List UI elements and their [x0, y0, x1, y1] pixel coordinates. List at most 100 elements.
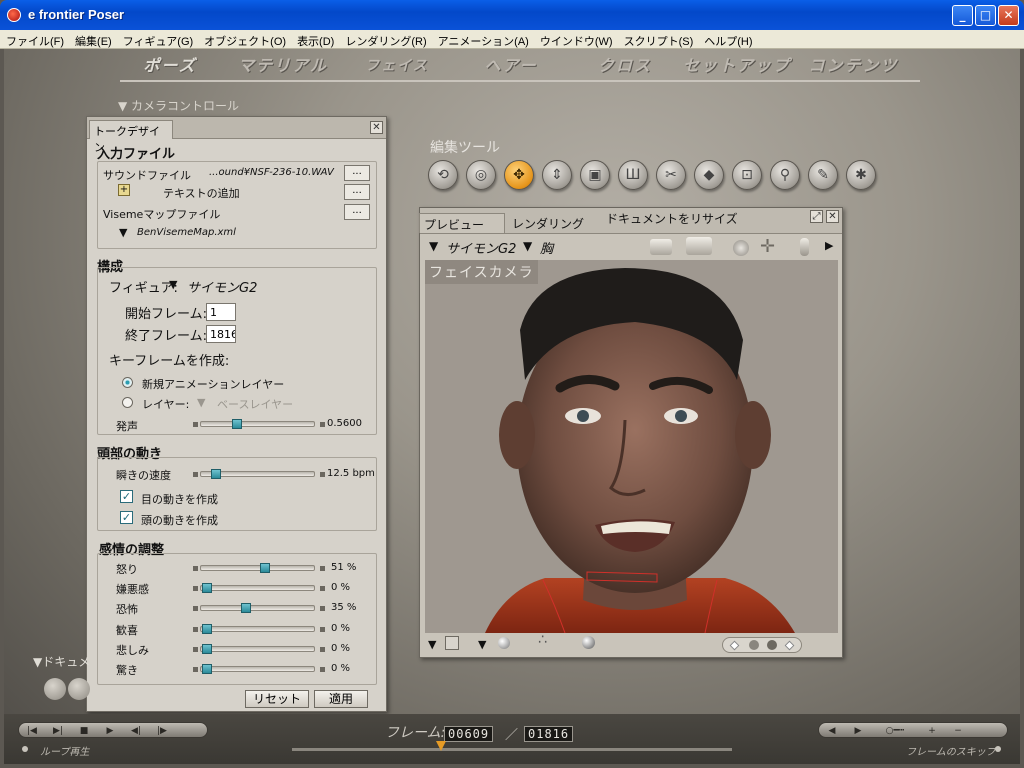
grouping-icon[interactable]: ⊡ [732, 160, 762, 190]
view-dot-3[interactable] [767, 640, 777, 650]
enunciation-slider-thumb[interactable] [232, 419, 242, 429]
rotate-icon[interactable]: ⟲ [428, 160, 458, 190]
add-key-icon[interactable]: + [919, 724, 945, 738]
preview-viewport[interactable]: フェイスカメラ [425, 260, 838, 633]
current-frame-counter[interactable]: 00609 [444, 726, 494, 742]
add-text-button[interactable]: ... [344, 184, 370, 200]
translate-icon[interactable]: ✥ [504, 160, 534, 190]
key-icon[interactable]: ○━┅ [871, 724, 919, 738]
menu-window[interactable]: ウインドウ(W) [534, 30, 618, 48]
emotion-slider-surprise[interactable] [200, 664, 315, 674]
eye-motion-checkbox[interactable]: ✓ [120, 490, 133, 503]
resize-document-label[interactable]: ドキュメントをリサイズ [602, 208, 742, 228]
emotion-slider-thumb[interactable] [202, 583, 212, 593]
doc-style-button[interactable] [44, 678, 66, 700]
direct-manipulation-icon[interactable]: ✱ [846, 160, 876, 190]
tab-setup[interactable]: セットアップ [682, 52, 792, 80]
menu-animation[interactable]: アニメーション(A) [432, 30, 534, 48]
skip-frames-indicator[interactable] [995, 746, 1001, 752]
figure-select-icon[interactable]: ▼ [429, 239, 438, 253]
new-layer-radio[interactable] [122, 377, 133, 388]
reset-button[interactable]: リセット [245, 690, 309, 708]
taper-icon[interactable]: Ш [618, 160, 648, 190]
multi-camera-icon[interactable] [686, 237, 712, 255]
move-z-icon[interactable] [800, 238, 809, 256]
viseme-file-value[interactable]: BenVisemeMap.xml [137, 227, 236, 238]
camera-icon[interactable] [650, 239, 672, 255]
menu-figure[interactable]: フィギュア(G) [117, 30, 198, 48]
menu-scripts[interactable]: スクリプト(S) [618, 30, 699, 48]
start-frame-input[interactable]: 1 [206, 303, 236, 321]
panel-close-icon[interactable]: ✕ [370, 121, 383, 134]
shading-dropdown-icon[interactable]: ▼ [478, 638, 486, 651]
menu-edit[interactable]: 編集(E) [69, 30, 117, 48]
add-text-expand-icon[interactable]: + [118, 184, 130, 196]
figure-value[interactable]: サイモンG2 [187, 277, 257, 296]
next-key-icon[interactable]: |▶ [149, 724, 175, 738]
timeline-playhead[interactable] [436, 741, 446, 751]
preview-part-value[interactable]: 胸 [540, 238, 553, 257]
viseme-browse-button[interactable]: ... [344, 204, 370, 220]
move-xy-icon[interactable]: ✛ [760, 236, 775, 257]
chain-break-icon[interactable]: ✂ [656, 160, 686, 190]
display-style-dropdown-icon[interactable]: ▼ [428, 638, 436, 651]
blink-rate-slider[interactable] [200, 469, 315, 479]
total-frame-counter[interactable]: 01816 [524, 726, 574, 742]
morphing-tool-icon[interactable]: ✎ [808, 160, 838, 190]
menu-object[interactable]: オブジェクト(O) [198, 30, 291, 48]
tab-hair[interactable]: ヘアー [456, 52, 566, 80]
preview-figure-value[interactable]: サイモンG2 [446, 238, 516, 257]
preview-expand-icon[interactable]: ⤢ [810, 210, 823, 223]
tab-cloth[interactable]: クロス [570, 52, 680, 80]
part-select-icon[interactable]: ▼ [523, 239, 532, 253]
layer-radio[interactable] [122, 397, 133, 408]
viseme-dropdown-icon[interactable]: ▼ [119, 226, 127, 239]
tab-pose[interactable]: ポーズ [120, 52, 220, 80]
view-magnifier-icon[interactable]: ⚲ [770, 160, 800, 190]
emotion-slider-joy[interactable] [200, 624, 315, 634]
shading-ball-icon[interactable] [498, 637, 510, 649]
tab-material[interactable]: マテリアル [228, 52, 338, 80]
apply-button[interactable]: 適用 [314, 690, 368, 708]
translate-in-out-icon[interactable]: ⇕ [542, 160, 572, 190]
emotion-slider-thumb[interactable] [260, 563, 270, 573]
emotion-slider-sadness[interactable] [200, 644, 315, 654]
play-icon[interactable]: ▶ [97, 724, 123, 738]
end-frame-input[interactable]: 1816 [206, 325, 236, 343]
scale-icon[interactable]: ▣ [580, 160, 610, 190]
prev-frame-icon[interactable]: ◀ [819, 724, 845, 738]
color-icon[interactable]: ◆ [694, 160, 724, 190]
prev-key-icon[interactable]: ◀| [123, 724, 149, 738]
go-start-icon[interactable]: |◀ [19, 724, 45, 738]
figure-dropdown-icon[interactable]: ▼ [169, 278, 177, 291]
view-dot-2[interactable] [749, 640, 759, 650]
head-motion-checkbox[interactable]: ✓ [120, 511, 133, 524]
go-end-icon[interactable]: ▶| [45, 724, 71, 738]
maximize-button[interactable]: □ [975, 5, 996, 26]
menu-display[interactable]: 表示(D) [291, 30, 339, 48]
camera-control-label[interactable]: ▼ カメラコントロール [118, 97, 239, 114]
menu-render[interactable]: レンダリング(R) [339, 30, 431, 48]
remove-key-icon[interactable]: − [945, 724, 971, 738]
menu-file[interactable]: ファイル(F) [0, 30, 69, 48]
timeline-track[interactable] [292, 748, 732, 751]
talk-designer-tab[interactable]: トークデザイン [89, 120, 173, 154]
emotion-slider-fear[interactable] [200, 603, 315, 613]
menu-help[interactable]: ヘルプ(H) [698, 30, 757, 48]
trackball-icon[interactable] [733, 240, 749, 256]
preview-close-icon[interactable]: ✕ [826, 210, 839, 223]
stop-icon[interactable]: ■ [71, 724, 97, 738]
minimize-button[interactable]: _ [952, 5, 973, 26]
preview-more-icon[interactable]: ▶ [825, 239, 833, 252]
emotion-slider-thumb[interactable] [241, 603, 251, 613]
emotion-slider-disgust[interactable] [200, 583, 315, 593]
emotion-slider-thumb[interactable] [202, 644, 212, 654]
next-frame-icon[interactable]: ▶ [845, 724, 871, 738]
emotion-slider-anger[interactable] [200, 563, 315, 573]
display-style-swatch[interactable] [445, 636, 459, 650]
emotion-slider-thumb[interactable] [202, 624, 212, 634]
preview-tab[interactable]: プレビュー [419, 213, 505, 233]
twist-icon[interactable]: ◎ [466, 160, 496, 190]
multi-ball-icon[interactable]: ∴ [538, 632, 547, 648]
blink-rate-slider-thumb[interactable] [211, 469, 221, 479]
